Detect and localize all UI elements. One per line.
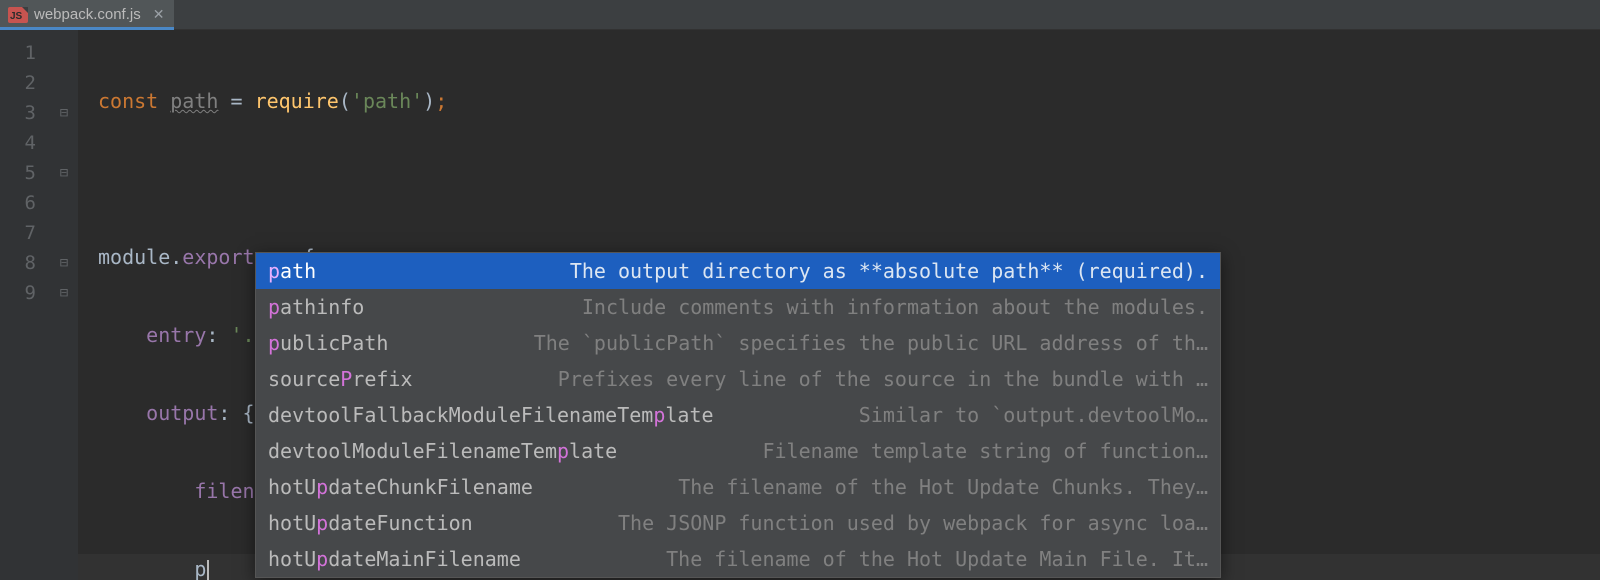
gutter: 1 2 3 4 5 6 7 8 9 bbox=[0, 30, 50, 580]
completion-item-desc: The filename of the Hot Update Main File… bbox=[541, 547, 1208, 571]
punct: : { bbox=[218, 401, 254, 425]
completion-item-desc: The JSONP function used by webpack for a… bbox=[493, 511, 1208, 535]
punct: . bbox=[170, 245, 182, 269]
line-number: 3 bbox=[0, 98, 50, 128]
code-area[interactable]: const path = require('path'); module.exp… bbox=[78, 30, 1600, 580]
typed-text: p bbox=[194, 557, 206, 580]
completion-item-desc: The output directory as **absolute path*… bbox=[336, 259, 1208, 283]
property: entry bbox=[146, 323, 206, 347]
completion-item-name: path bbox=[268, 259, 316, 283]
completion-item-name: hotUpdateFunction bbox=[268, 511, 473, 535]
completion-item-desc: Prefixes every line of the source in the… bbox=[433, 367, 1208, 391]
operator: = bbox=[218, 89, 254, 113]
file-tab[interactable]: JS webpack.conf.js ✕ bbox=[0, 0, 174, 29]
completion-item-name: devtoolModuleFilenameTemplate bbox=[268, 439, 617, 463]
property: output bbox=[146, 401, 218, 425]
fold-close-icon[interactable]: ⊟ bbox=[60, 285, 68, 301]
line-number: 9 bbox=[0, 278, 50, 308]
completion-item-name: sourcePrefix bbox=[268, 367, 413, 391]
punct: ) bbox=[423, 89, 435, 113]
js-file-icon: JS bbox=[8, 7, 28, 23]
line-number: 4 bbox=[0, 128, 50, 158]
identifier: path bbox=[170, 89, 218, 113]
completion-item[interactable]: hotUpdateMainFilename The filename of the… bbox=[256, 541, 1220, 577]
caret bbox=[207, 560, 209, 580]
completion-item-name: devtoolFallbackModuleFilenameTemplate bbox=[268, 403, 714, 427]
keyword: const bbox=[98, 89, 158, 113]
code-line[interactable] bbox=[78, 164, 1600, 194]
fold-close-icon[interactable]: ⊟ bbox=[60, 255, 68, 271]
line-number: 1 bbox=[0, 38, 50, 68]
completion-item[interactable]: publicPath The `publicPath` specifies the… bbox=[256, 325, 1220, 361]
completion-item[interactable]: hotUpdateChunkFilename The filename of th… bbox=[256, 469, 1220, 505]
completion-item[interactable]: pathinfo Include comments with informatio… bbox=[256, 289, 1220, 325]
editor[interactable]: 1 2 3 4 5 6 7 8 9 ⊟ ⊟ ⊟ ⊟ const path = r… bbox=[0, 30, 1600, 580]
completion-item[interactable]: devtoolModuleFilenameTemplate Filename te… bbox=[256, 433, 1220, 469]
completion-item-desc: Include comments with information about … bbox=[384, 295, 1208, 319]
fold-open-icon[interactable]: ⊟ bbox=[60, 105, 68, 121]
line-number: 5 bbox=[0, 158, 50, 188]
file-tab-label: webpack.conf.js bbox=[34, 6, 141, 23]
completion-item-desc: The filename of the Hot Update Chunks. T… bbox=[553, 475, 1208, 499]
close-icon[interactable]: ✕ bbox=[153, 6, 165, 23]
punct: : bbox=[206, 323, 230, 347]
line-number: 8 bbox=[0, 248, 50, 278]
string: 'path' bbox=[351, 89, 423, 113]
completion-item[interactable]: sourcePrefix Prefixes every line of the s… bbox=[256, 361, 1220, 397]
line-number: 7 bbox=[0, 218, 50, 248]
completion-popup[interactable]: path The output directory as **absolute p… bbox=[255, 252, 1221, 578]
punct: ; bbox=[435, 89, 447, 113]
completion-item[interactable]: devtoolFallbackModuleFilenameTemplate Sim… bbox=[256, 397, 1220, 433]
identifier: module bbox=[98, 245, 170, 269]
completion-item-name: hotUpdateChunkFilename bbox=[268, 475, 533, 499]
function-call: require bbox=[255, 89, 339, 113]
tab-bar: JS webpack.conf.js ✕ bbox=[0, 0, 1600, 30]
punct: ( bbox=[339, 89, 351, 113]
completion-item-name: pathinfo bbox=[268, 295, 364, 319]
completion-item[interactable]: hotUpdateFunction The JSONP function used… bbox=[256, 505, 1220, 541]
completion-item-desc: Similar to `output.devtoolMo… bbox=[734, 403, 1208, 427]
completion-item-name: hotUpdateMainFilename bbox=[268, 547, 521, 571]
line-number: 2 bbox=[0, 68, 50, 98]
code-line[interactable]: const path = require('path'); bbox=[78, 86, 1600, 116]
line-number: 6 bbox=[0, 188, 50, 218]
fold-column: ⊟ ⊟ ⊟ ⊟ bbox=[50, 30, 78, 580]
property: exports bbox=[182, 245, 266, 269]
fold-open-icon[interactable]: ⊟ bbox=[60, 165, 68, 181]
completion-item-name: publicPath bbox=[268, 331, 388, 355]
completion-item-desc: Filename template string of function… bbox=[637, 439, 1208, 463]
completion-item-desc: The `publicPath` specifies the public UR… bbox=[408, 331, 1208, 355]
completion-item[interactable]: path The output directory as **absolute p… bbox=[256, 253, 1220, 289]
